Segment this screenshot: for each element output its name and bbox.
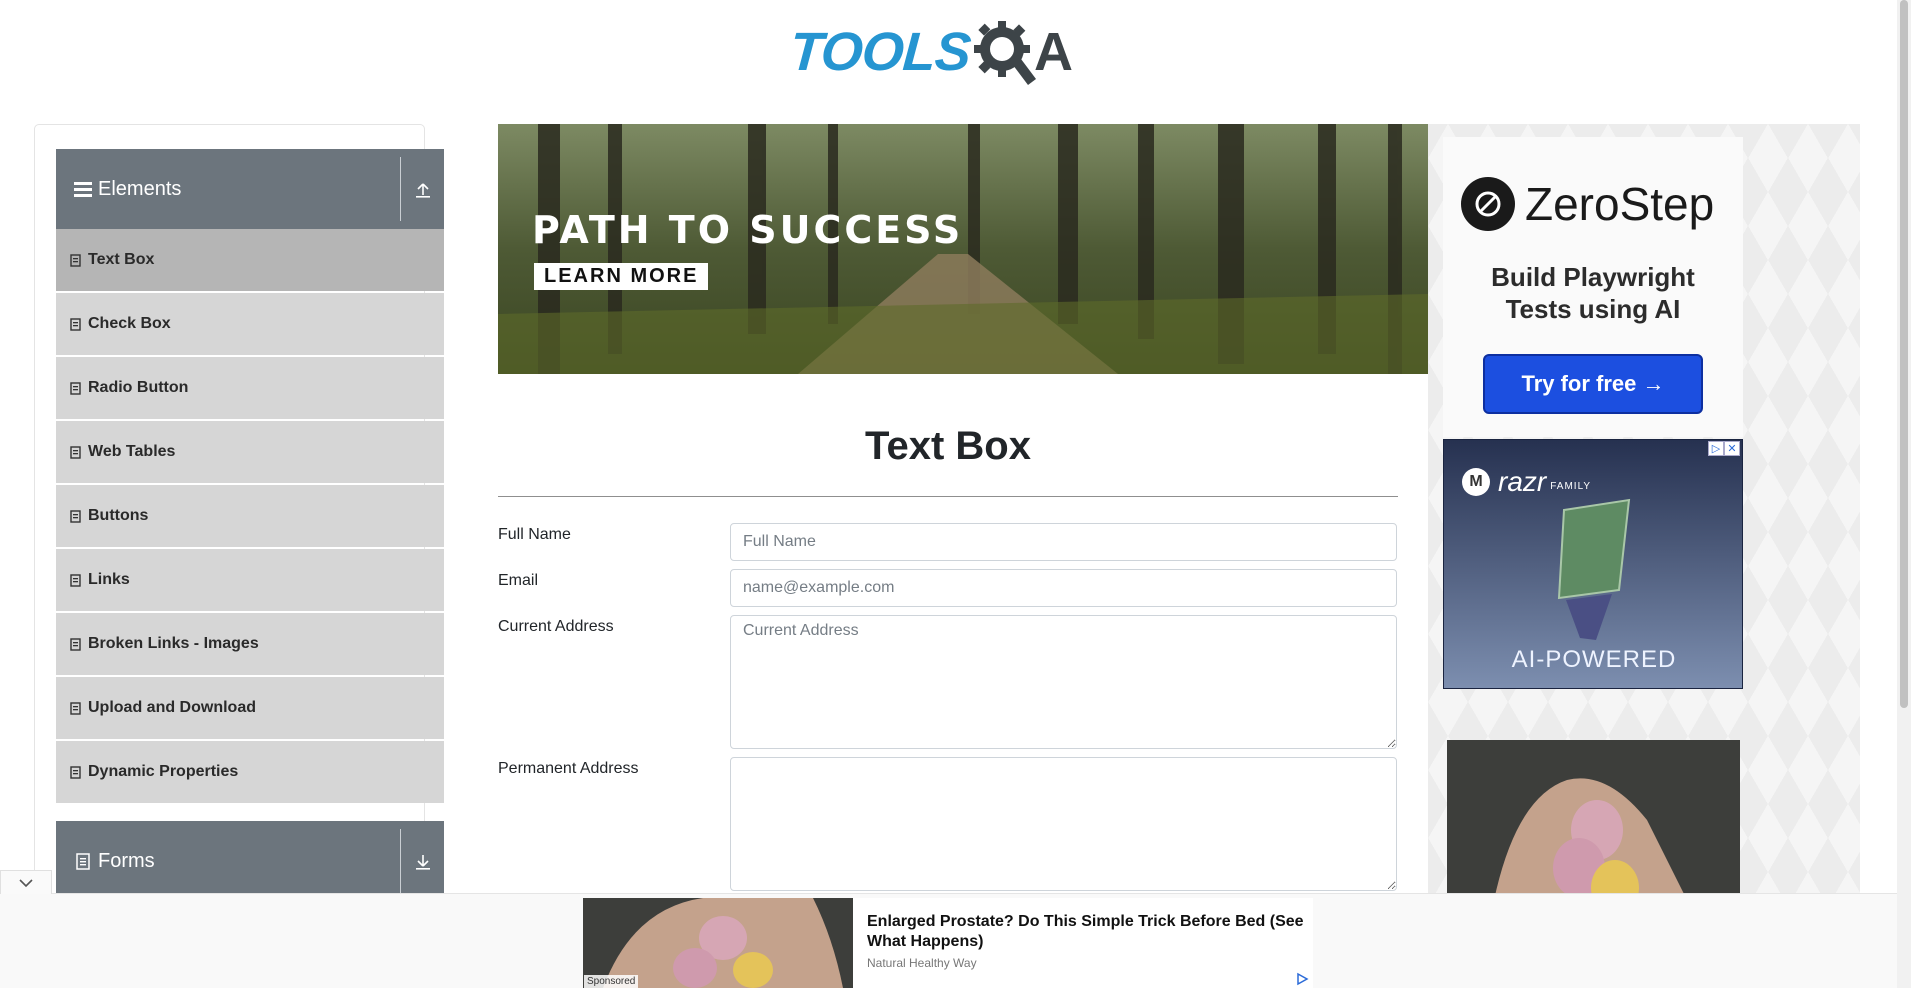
page-scrollbar[interactable] — [1897, 0, 1911, 988]
group-header-forms[interactable]: Forms — [56, 821, 444, 901]
expand-down-icon[interactable] — [410, 849, 436, 875]
sidebar-item-label: Upload and Download — [88, 699, 256, 716]
razr-ad[interactable]: M razr FAMILY AI-POWERED ▷ ✕ — [1443, 439, 1743, 689]
razr-tagline: AI-POWERED — [1511, 646, 1677, 673]
zerostep-tagline: Build Playwright Tests using AI — [1443, 261, 1743, 325]
razr-family: FAMILY — [1550, 480, 1592, 492]
title-divider — [498, 496, 1398, 497]
razr-brand: M razr FAMILY — [1462, 466, 1591, 498]
list-doc-icon — [70, 573, 82, 587]
group-divider — [400, 829, 401, 893]
current-address-label: Current Address — [498, 618, 614, 635]
list-doc-icon — [70, 381, 82, 395]
sidebar-item-links[interactable]: Links — [56, 549, 444, 611]
page-title: Text Box — [865, 424, 1031, 468]
banner-learn-more[interactable]: LEARN MORE — [534, 263, 709, 290]
sidebar-item-check-box[interactable]: Check Box — [56, 293, 444, 355]
sidebar-item-label: Buttons — [88, 507, 149, 524]
scrollbar-thumb[interactable] — [1900, 0, 1908, 708]
email-label: Email — [498, 572, 539, 589]
email-input[interactable] — [730, 569, 1397, 607]
logo-tools-text: TOOLS — [787, 22, 973, 82]
sidebar-item-dynamic-properties[interactable]: Dynamic Properties — [56, 741, 444, 803]
close-ad-icon[interactable]: ✕ — [1724, 441, 1740, 456]
current-address-input[interactable] — [730, 615, 1397, 749]
sidebar-item-label: Dynamic Properties — [88, 763, 239, 780]
sidebar-item-label: Check Box — [88, 315, 171, 332]
list-doc-icon — [70, 765, 82, 779]
sidebar-item-buttons[interactable]: Buttons — [56, 485, 444, 547]
hamburger-icon — [72, 178, 94, 200]
zerostep-tagline-line2: Tests using AI — [1505, 294, 1681, 324]
page: TOOLS A Elements Text Box Check Box Radi… — [0, 0, 1911, 988]
list-doc-icon — [70, 701, 82, 715]
adchoices-icon[interactable]: ▷ — [1708, 441, 1724, 456]
sidebar-item-radio-button[interactable]: Radio Button — [56, 357, 444, 419]
group-divider — [400, 157, 401, 221]
sidebar: Elements Text Box Check Box Radio Button… — [34, 124, 444, 988]
list-doc-icon — [70, 637, 82, 651]
sticky-ad[interactable]: Sponsored Enlarged Prostate? Do This Sim… — [583, 898, 1313, 988]
sticky-ad-title[interactable]: Enlarged Prostate? Do This Simple Trick … — [867, 912, 1307, 952]
permanent-address-label: Permanent Address — [498, 760, 639, 777]
sticky-ad-source: Natural Healthy Way — [867, 956, 977, 970]
list-doc-icon — [70, 445, 82, 459]
sponsored-label: Sponsored — [584, 975, 639, 988]
full-name-input[interactable] — [730, 523, 1397, 561]
sidebar-item-upload-download[interactable]: Upload and Download — [56, 677, 444, 739]
sidebar-item-label: Web Tables — [88, 443, 176, 460]
collapse-up-icon[interactable] — [410, 177, 436, 203]
elements-menu-list: Text Box Check Box Radio Button Web Tabl… — [56, 229, 444, 805]
razr-wordmark: razr — [1498, 466, 1547, 497]
group-header-elements[interactable]: Elements — [56, 149, 444, 229]
sidebar-item-label: Radio Button — [88, 379, 189, 396]
toolsqa-logo[interactable]: TOOLS A — [787, 14, 1074, 90]
permanent-address-input[interactable] — [730, 757, 1397, 891]
adchoices-icon[interactable] — [1295, 972, 1309, 986]
zerostep-name: ZeroStep — [1525, 178, 1715, 230]
zerostep-badge-icon — [1461, 177, 1515, 231]
sidebar-item-web-tables[interactable]: Web Tables — [56, 421, 444, 483]
sidebar-item-label: Text Box — [88, 251, 155, 268]
group-label-forms: Forms — [98, 849, 155, 872]
list-doc-icon — [70, 509, 82, 523]
banner-title: PATH TO SUCCESS — [532, 208, 964, 252]
list-doc-icon — [70, 253, 82, 267]
ad-controls: ▷ ✕ — [1708, 441, 1740, 456]
full-name-label: Full Name — [498, 526, 571, 543]
sticky-ad-image: Sponsored — [583, 898, 853, 988]
sticky-collapse-button[interactable] — [0, 870, 52, 894]
chevron-down-icon — [19, 878, 33, 887]
logo-a-text: A — [1034, 22, 1074, 82]
sidebar-item-text-box[interactable]: Text Box — [56, 229, 444, 291]
list-doc-icon — [70, 317, 82, 331]
zerostep-logo: ZeroStep — [1461, 177, 1714, 231]
try-for-free-button[interactable]: Try for free → — [1483, 354, 1703, 414]
gear-magnifier-icon — [974, 21, 1037, 85]
sidebar-item-label: Links — [88, 571, 130, 588]
group-label-elements: Elements — [98, 177, 182, 200]
document-icon — [72, 850, 94, 872]
sidebar-item-broken-links[interactable]: Broken Links - Images — [56, 613, 444, 675]
header: TOOLS A — [0, 0, 1897, 100]
sidebar-item-label: Broken Links - Images — [88, 635, 259, 652]
motorola-logo-icon: M — [1462, 468, 1490, 496]
banner-ad[interactable]: PATH TO SUCCESS LEARN MORE — [498, 124, 1428, 374]
zerostep-tagline-line1: Build Playwright — [1491, 262, 1695, 292]
zerostep-ad[interactable]: ZeroStep Build Playwright Tests using AI… — [1443, 137, 1743, 437]
